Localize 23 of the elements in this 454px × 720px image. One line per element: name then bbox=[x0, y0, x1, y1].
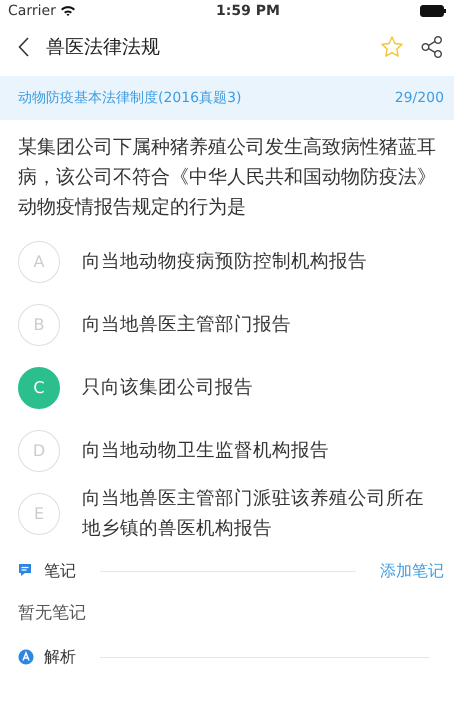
option-text: 向当地兽医主管部门报告 bbox=[82, 312, 291, 336]
answer-option[interactable]: C 只向该集团公司报告 bbox=[0, 356, 454, 419]
carrier-name: Carrier bbox=[8, 2, 56, 20]
status-time: 1:59 PM bbox=[216, 2, 280, 20]
option-text: 向当地动物疫病预防控制机构报告 bbox=[82, 250, 367, 274]
category-name: 动物防疫基本法律制度(2016真题3) bbox=[18, 88, 242, 108]
wifi-icon bbox=[60, 5, 76, 17]
empty-notes-text: 暂无笔记 bbox=[17, 602, 87, 626]
option-letter: C bbox=[18, 366, 60, 408]
analysis-icon bbox=[18, 649, 34, 665]
notes-heading: 笔记 bbox=[44, 560, 76, 582]
share-icon[interactable] bbox=[420, 35, 444, 59]
option-text: 向当地动物卫生监督机构报告 bbox=[82, 438, 329, 462]
page-title: 兽医法律法规 bbox=[46, 34, 161, 60]
option-text: 向当地兽医主管部门派驻该养殖公司所在地乡镇的兽医机构报告 bbox=[82, 486, 425, 540]
option-text: 只向该集团公司报告 bbox=[82, 376, 253, 400]
note-icon bbox=[18, 563, 34, 579]
battery-icon bbox=[420, 5, 446, 17]
back-icon[interactable] bbox=[18, 37, 30, 57]
star-icon[interactable] bbox=[380, 35, 404, 59]
question-text: 某集团公司下属种猪养殖公司发生高致病性猪蓝耳病，该公司不符合《中华人民共和国动物防疫法》动物疫情报告规定的行为是 bbox=[17, 135, 437, 220]
analysis-heading: 解析 bbox=[44, 646, 76, 668]
progress-count: 29/200 bbox=[394, 88, 444, 108]
